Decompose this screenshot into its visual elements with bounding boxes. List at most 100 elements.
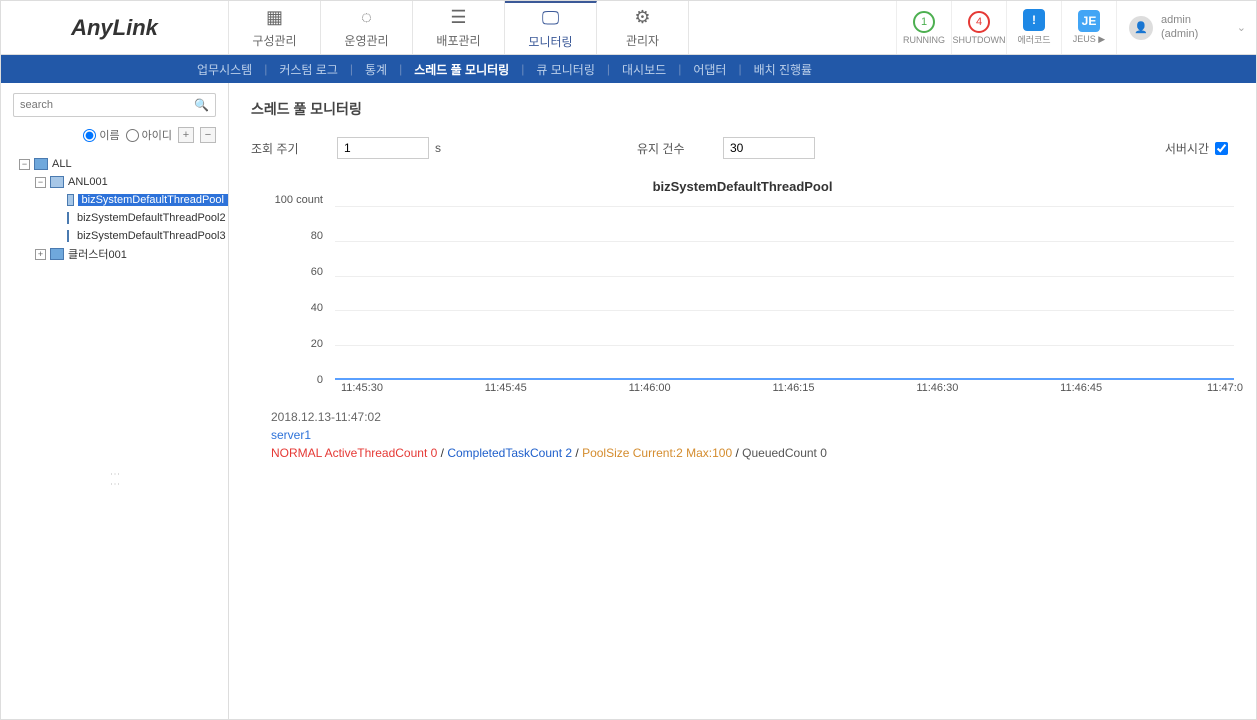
tab-deploy[interactable]: ☰ 배포관리: [413, 1, 505, 54]
legend-normal: NORMAL ActiveThreadCount 0: [271, 446, 437, 460]
subnav-stats[interactable]: 통계: [353, 61, 399, 78]
tab-operation[interactable]: ◌ 운영관리: [321, 1, 413, 54]
legend-completed: CompletedTaskCount 2: [447, 446, 572, 460]
user-sub: (admin): [1161, 28, 1198, 41]
tab-label: 운영관리: [344, 32, 388, 49]
subnav-dashboard[interactable]: 대시보드: [610, 61, 678, 78]
collapse-icon[interactable]: −: [19, 159, 30, 170]
tab-monitoring[interactable]: 🖵 모니터링: [505, 1, 597, 54]
cycle-input[interactable]: [337, 137, 429, 159]
tab-admin[interactable]: ⚙ 관리자: [597, 1, 689, 54]
tree-options: 이름 아이디 + −: [1, 123, 228, 151]
tree-label: bizSystemDefaultThreadPool: [78, 194, 228, 206]
jeus-icon: JE: [1078, 10, 1100, 32]
header-right: 1 RUNNING 4 SHUTDOWN ! 에러코드 JE JEUS ▶ 👤 …: [896, 1, 1256, 54]
folder-icon: [34, 158, 48, 170]
user-menu[interactable]: 👤 admin (admin) ⌄: [1116, 1, 1256, 54]
status-errorcode[interactable]: ! 에러코드: [1006, 1, 1061, 54]
tree-label: ALL: [52, 158, 72, 170]
status-label: JEUS ▶: [1073, 34, 1105, 45]
tree-label: bizSystemDefaultThreadPool2: [73, 212, 230, 224]
y-axis: 100 count 80 60 40 20 0: [271, 200, 331, 380]
servertime-label: 서버시간: [1165, 140, 1209, 157]
leaf-icon: [67, 212, 69, 224]
page-title: 스레드 풀 모니터링: [251, 99, 1234, 119]
subnav-batch[interactable]: 배치 진행률: [742, 61, 825, 78]
tab-label: 구성관리: [252, 32, 296, 49]
running-count-icon: 1: [913, 11, 935, 33]
sidebar: 🔍 이름 아이디 + − − ALL − A: [1, 83, 229, 719]
top-header: AnyLink ▦ 구성관리 ◌ 운영관리 ☰ 배포관리 🖵 모니터링 ⚙ 관리…: [1, 1, 1256, 55]
user-name: admin: [1161, 14, 1198, 27]
chevron-down-icon: ⌄: [1237, 21, 1246, 34]
subnav-adapter[interactable]: 어댑터: [681, 61, 738, 78]
keep-label: 유지 건수: [637, 140, 717, 157]
tab-label: 모니터링: [528, 33, 572, 50]
user-info: admin (admin): [1161, 14, 1198, 40]
tree-label: bizSystemDefaultThreadPool3: [73, 230, 230, 242]
expand-icon[interactable]: +: [35, 249, 46, 260]
tree-pool-3[interactable]: bizSystemDefaultThreadPool3: [51, 227, 228, 245]
status-shutdown[interactable]: 4 SHUTDOWN: [951, 1, 1006, 54]
x-axis: 11:45:30 11:45:45 11:46:00 11:46:15 11:4…: [335, 380, 1234, 400]
radio-name[interactable]: 이름: [83, 127, 119, 143]
legend-timestamp: 2018.12.13-11:47:02: [271, 408, 1234, 426]
tree-pool-2[interactable]: bizSystemDefaultThreadPool2: [51, 209, 228, 227]
tree: − ALL − ANL001 bizSystemDefaultThreadPoo…: [1, 151, 228, 263]
error-icon: !: [1023, 9, 1045, 31]
tree-label: 클러스터001: [68, 246, 127, 262]
subnav-bizsystem[interactable]: 업무시스템: [185, 61, 264, 78]
resize-handle-icon[interactable]: ⋮⋮: [109, 469, 120, 489]
plot-area: [335, 206, 1234, 380]
controls: 조회 주기 s 유지 건수 서버시간: [251, 137, 1234, 159]
monitor-icon: 🖵: [542, 8, 559, 29]
collapse-icon[interactable]: −: [35, 177, 46, 188]
status-label: SHUTDOWN: [953, 35, 1006, 45]
subnav-customlog[interactable]: 커스텀 로그: [267, 61, 350, 78]
legend-server: server1: [271, 426, 1234, 444]
content: 스레드 풀 모니터링 조회 주기 s 유지 건수 서버시간: [229, 83, 1256, 719]
cycle-unit: s: [435, 141, 441, 155]
keep-input[interactable]: [723, 137, 815, 159]
chart-legend: 2018.12.13-11:47:02 server1 NORMAL Activ…: [271, 408, 1234, 462]
status-running[interactable]: 1 RUNNING: [896, 1, 951, 54]
expand-all-button[interactable]: +: [178, 127, 194, 143]
collapse-all-button[interactable]: −: [200, 127, 216, 143]
tab-label: 배포관리: [436, 32, 480, 49]
search-icon[interactable]: 🔍: [194, 98, 209, 112]
legend-metrics: NORMAL ActiveThreadCount 0 / CompletedTa…: [271, 444, 1234, 462]
cycle-label: 조회 주기: [251, 140, 331, 157]
tree-cluster[interactable]: + 클러스터001: [35, 245, 228, 263]
tree-label: ANL001: [68, 176, 108, 188]
legend-queued: QueuedCount 0: [742, 446, 827, 460]
user-icon: 👤: [1129, 16, 1153, 40]
status-jeus[interactable]: JE JEUS ▶: [1061, 1, 1116, 54]
folder-icon: [50, 248, 64, 260]
top-tabs: ▦ 구성관리 ◌ 운영관리 ☰ 배포관리 🖵 모니터링 ⚙ 관리자: [229, 1, 689, 54]
circle-icon: ◌: [361, 7, 372, 28]
legend-pool: PoolSize Current:2 Max:100: [582, 446, 732, 460]
tree-pool-1[interactable]: bizSystemDefaultThreadPool: [51, 191, 228, 209]
leaf-icon: [67, 194, 74, 206]
subnav: 업무시스템| 커스텀 로그| 통계| 스레드 풀 모니터링| 큐 모니터링| 대…: [1, 55, 1256, 83]
servertime-checkbox[interactable]: [1215, 142, 1228, 155]
tab-config[interactable]: ▦ 구성관리: [229, 1, 321, 54]
tree-root[interactable]: − ALL: [19, 155, 228, 173]
leaf-icon: [67, 230, 69, 242]
search-box[interactable]: 🔍: [13, 93, 216, 117]
status-label: RUNNING: [903, 35, 945, 45]
chart: bizSystemDefaultThreadPool 100 count 80 …: [251, 179, 1234, 462]
node-icon: [50, 176, 64, 188]
shutdown-count-icon: 4: [968, 11, 990, 33]
subnav-queue[interactable]: 큐 모니터링: [524, 61, 607, 78]
status-label: 에러코드: [1017, 33, 1050, 46]
list-icon: ☰: [450, 7, 466, 28]
tree-anl001[interactable]: − ANL001: [35, 173, 228, 191]
radio-id[interactable]: 아이디: [126, 127, 172, 143]
chart-title: bizSystemDefaultThreadPool: [251, 179, 1234, 194]
subnav-threadpool[interactable]: 스레드 풀 모니터링: [402, 61, 521, 78]
logo: AnyLink: [1, 1, 229, 54]
grid-icon: ▦: [266, 7, 283, 28]
search-input[interactable]: [20, 99, 194, 111]
chart-area: 100 count 80 60 40 20 0: [271, 200, 1234, 400]
